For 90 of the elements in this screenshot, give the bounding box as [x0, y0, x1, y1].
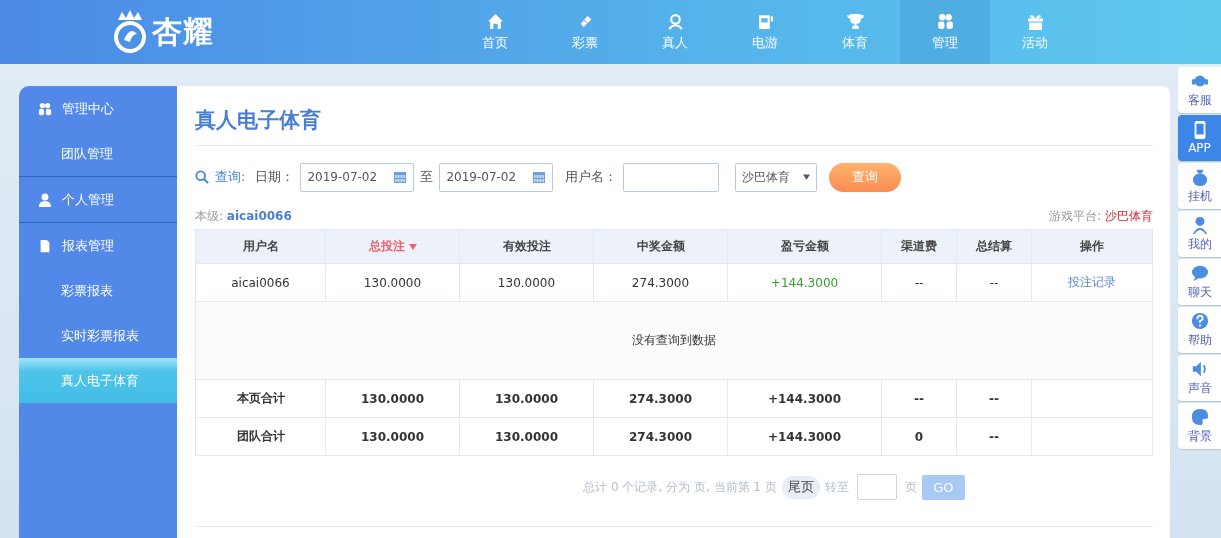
slot-icon — [756, 12, 774, 30]
bet-record-link[interactable]: 投注记录 — [1068, 275, 1116, 289]
nav-tab[interactable]: 活动 — [990, 0, 1080, 64]
chat-icon — [1190, 263, 1209, 282]
side-tool-button[interactable]: 聊天 — [1178, 259, 1221, 305]
table-cell: 274.3000 — [593, 263, 728, 302]
logo-text: 杏耀 — [152, 12, 214, 51]
platform-info: 游戏平台: 沙巴体育 — [1049, 207, 1153, 225]
nav-tab[interactable]: 体育 — [810, 0, 900, 64]
table-cell: -- — [881, 263, 957, 302]
table-cell: 130.0000 — [459, 263, 594, 302]
side-tool-button[interactable]: 帮助 — [1178, 307, 1221, 353]
column-header: 盈亏金额 — [727, 229, 882, 264]
table-cell: -- — [956, 417, 1032, 456]
nav-tab[interactable]: 彩票 — [540, 0, 630, 64]
sidebar-group[interactable]: 管理中心 — [19, 86, 177, 131]
username-field[interactable] — [623, 162, 720, 192]
side-tool-button[interactable]: 声音 — [1178, 355, 1221, 401]
nav-tab[interactable]: 首页 — [450, 0, 540, 64]
nav-tab[interactable]: 电游 — [720, 0, 810, 64]
speaker-icon — [1190, 359, 1209, 378]
table-cell: 团队合计 — [195, 417, 326, 456]
table-cell: 本页合计 — [195, 379, 326, 418]
date-label: 日期： — [255, 168, 295, 186]
sidebar-item[interactable]: 实时彩票报表 — [19, 313, 177, 358]
document-icon — [38, 238, 52, 253]
range-label: 至 — [420, 168, 434, 186]
date-field[interactable]: 2019-07-02 — [300, 162, 415, 192]
user-icon — [38, 192, 52, 207]
table-cell: -- — [956, 263, 1032, 302]
username-label: 用户名： — [565, 168, 618, 186]
column-header: 有效投注 — [459, 229, 594, 264]
column-header: 用户名 — [195, 229, 326, 264]
column-header: 总结算 — [956, 229, 1032, 264]
empty-message: 没有查询到数据 — [632, 333, 716, 347]
help-icon — [1190, 311, 1209, 330]
table-cell: aicai0066 — [195, 263, 326, 302]
bag-icon — [1190, 167, 1209, 186]
table-cell: 130.0000 — [325, 417, 460, 456]
sort-down-icon — [408, 244, 417, 250]
page-title: 真人电子体育 — [195, 86, 1153, 146]
page-field[interactable] — [856, 474, 897, 500]
table-cell: 130.0000 — [325, 379, 460, 418]
table-cell: 130.0000 — [459, 379, 594, 418]
column-header: 渠道费 — [881, 229, 957, 264]
table-cell: -- — [956, 379, 1032, 418]
gift-icon — [1026, 12, 1044, 30]
query-button[interactable]: 查询 — [829, 162, 902, 192]
column-header: 操作 — [1031, 229, 1153, 264]
table-cell: +144.3000 — [727, 379, 882, 418]
calendar-icon — [393, 170, 408, 184]
sidebar-item[interactable]: 彩票报表 — [19, 268, 177, 313]
sidebar-item[interactable]: 真人电子体育 — [19, 358, 177, 403]
group-icon — [38, 101, 52, 116]
side-tool-button[interactable]: APP — [1178, 115, 1221, 161]
level-info: 本级: aicai0066 — [195, 207, 292, 225]
caret-icon — [803, 174, 811, 180]
side-tool-button[interactable]: 挂机 — [1178, 163, 1221, 209]
platform-select[interactable]: 沙巴体育 — [735, 162, 818, 192]
group-icon — [936, 12, 954, 30]
side-tool-button[interactable]: 背景 — [1178, 403, 1221, 449]
table-cell: 130.0000 — [459, 417, 594, 456]
column-header: 中奖金额 — [593, 229, 728, 264]
table-cell: 274.3000 — [593, 379, 728, 418]
search-icon — [195, 170, 209, 184]
table-cell: +144.3000 — [727, 263, 882, 302]
table-cell: +144.3000 — [727, 417, 882, 456]
goto-label: 转至 — [824, 478, 849, 496]
home-icon — [486, 12, 504, 30]
calendar-icon — [532, 170, 547, 184]
table-cell: -- — [881, 379, 957, 418]
user-icon — [1190, 215, 1209, 234]
nav-tab[interactable]: 管理 — [900, 0, 990, 64]
person-icon — [666, 12, 684, 30]
nav-tab[interactable]: 真人 — [630, 0, 720, 64]
date-field[interactable]: 2019-07-02 — [439, 162, 554, 192]
sidebar-group[interactable]: 报表管理 — [19, 223, 177, 268]
sidebar-group[interactable]: 个人管理 — [19, 177, 177, 222]
trophy-icon — [846, 12, 864, 30]
table-cell: 274.3000 — [593, 417, 728, 456]
column-header: 总投注 — [325, 229, 460, 264]
side-tool-button[interactable]: 客服 — [1178, 67, 1221, 113]
page-unit: 页 — [904, 478, 917, 496]
table-cell: 0 — [881, 417, 957, 456]
query-label: 查询: — [215, 168, 246, 186]
table-cell: 130.0000 — [325, 263, 460, 302]
last-page-button[interactable]: 尾页 — [781, 475, 820, 499]
side-tool-button[interactable]: 我的 — [1178, 211, 1221, 257]
sidebar-item[interactable]: 团队管理 — [19, 131, 177, 176]
pagination-summary: 总计 0 个记录, 分为 页, 当前第 1 页 — [583, 478, 777, 496]
